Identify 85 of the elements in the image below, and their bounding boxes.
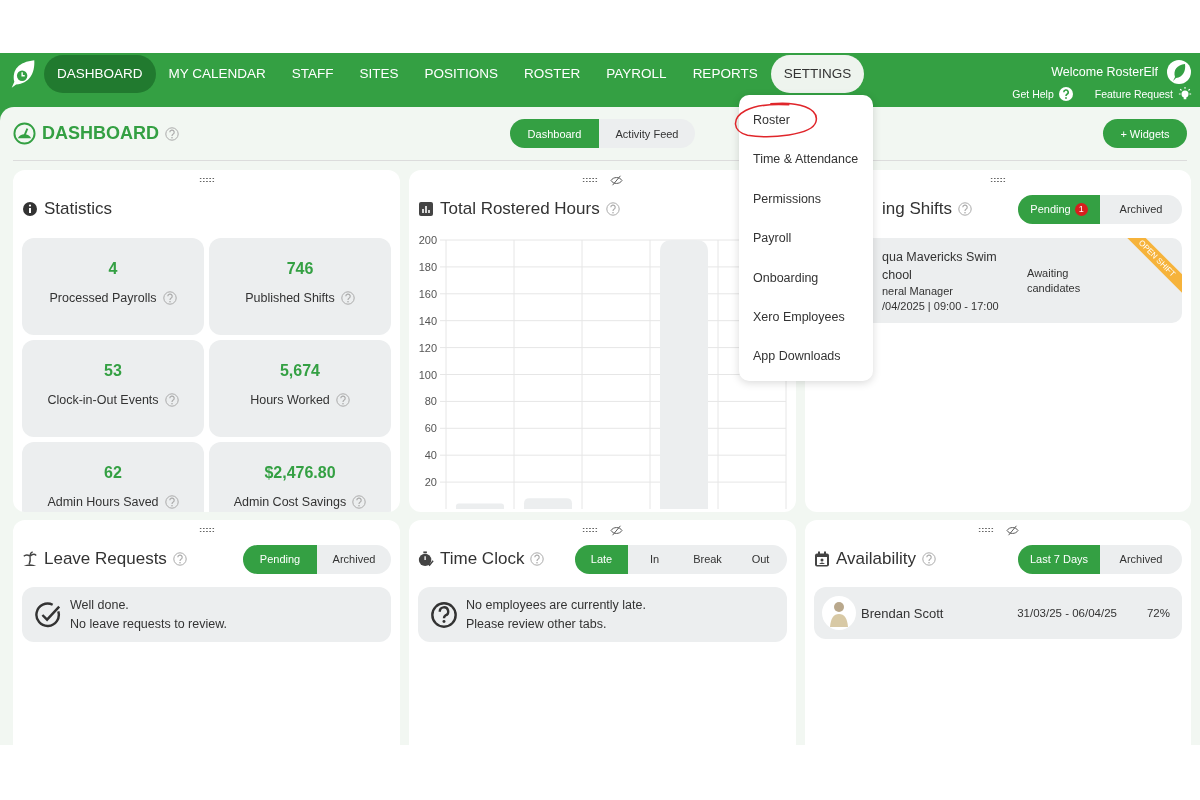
help-icon[interactable] — [957, 202, 972, 216]
nav-tab[interactable]: DASHBOARD — [44, 55, 156, 93]
stat-value: 5,674 — [279, 362, 320, 380]
hide-icon[interactable] — [1005, 524, 1019, 536]
axis-tick-label: 80 — [424, 395, 437, 408]
axis-tick-label: 20 — [424, 476, 437, 489]
palm-tree-icon — [22, 551, 38, 567]
shift-status: Awaiting candidates — [1027, 266, 1082, 296]
axis-tick-label: 100 — [418, 368, 437, 381]
stat-label: Admin Cost Savings — [233, 495, 347, 509]
welcome-text: Welcome RosterElf — [1051, 65, 1158, 79]
hide-icon[interactable] — [610, 174, 623, 186]
employee-name: Brendan Scott — [861, 605, 944, 621]
filter-tab[interactable]: Pending 1 — [1018, 194, 1100, 224]
help-icon — [1058, 87, 1073, 101]
help-icon[interactable] — [165, 126, 179, 141]
stat-value: 4 — [108, 260, 118, 278]
count-badge: 1 — [1074, 202, 1088, 216]
filter-tab[interactable]: Out — [734, 544, 787, 574]
stat-label: Clock-in-Out Events — [47, 393, 159, 407]
card-title: Statistics — [44, 199, 113, 219]
axis-tick-label: 60 — [424, 422, 437, 435]
stat-label: Admin Hours Saved — [47, 495, 159, 509]
card-title: Leave Requests — [44, 549, 167, 569]
page-title: DASHBOARD — [42, 123, 159, 144]
info-icon — [22, 201, 38, 217]
shift-role: neral Manager — [882, 284, 954, 299]
stat-label: Published Shifts — [245, 291, 335, 305]
shift-time: /04/2025 | 09:00 - 17:00 — [882, 299, 1000, 314]
axis-tick-label: 140 — [418, 314, 437, 327]
availability-percent: 72% — [1146, 607, 1170, 619]
card-title: Time Clock — [440, 549, 525, 569]
message-text: No leave requests to review. — [70, 615, 228, 633]
shift-site: chool — [882, 267, 913, 284]
nav-tab[interactable]: SETTINGS — [770, 55, 865, 93]
help-icon[interactable] — [164, 393, 179, 407]
filter-tab[interactable]: Archived — [317, 544, 391, 574]
help-icon[interactable] — [164, 495, 179, 509]
stopwatch-icon — [418, 551, 434, 567]
menu-item[interactable]: App Downloads — [739, 337, 873, 377]
card-title: Availability — [836, 549, 916, 569]
hide-icon[interactable] — [610, 524, 623, 536]
filter-tab[interactable]: Break — [681, 544, 734, 574]
help-icon[interactable] — [340, 291, 355, 305]
axis-tick-label: 120 — [418, 341, 437, 354]
stat-label: Processed Payrolls — [49, 291, 157, 305]
axis-tick-label: 180 — [418, 260, 437, 273]
card-title: ing Shifts — [881, 199, 952, 219]
menu-item[interactable]: Permissions — [739, 179, 873, 220]
question-circle-icon — [430, 600, 458, 629]
filter-tab[interactable]: Archived — [1100, 194, 1182, 224]
lightbulb-icon — [1178, 87, 1192, 101]
filter-tab[interactable]: Archived — [1100, 544, 1182, 574]
card-title: Total Rostered Hours — [440, 199, 600, 219]
view-tab[interactable]: Activity Feed — [599, 119, 695, 148]
help-icon[interactable] — [922, 552, 936, 566]
stat-value: 53 — [104, 362, 122, 380]
stat-value: 746 — [286, 260, 314, 278]
filter-tab[interactable]: In — [628, 544, 681, 574]
axis-tick-label: 40 — [424, 449, 437, 462]
menu-item[interactable]: Roster — [739, 101, 873, 141]
help-icon[interactable] — [335, 393, 350, 407]
person-silhouette-icon — [822, 596, 856, 630]
bar-chart-icon — [418, 201, 434, 217]
stat-value: $2,476.80 — [264, 464, 336, 482]
stat-label: Hours Worked — [250, 393, 330, 407]
axis-tick-label: 160 — [418, 287, 437, 300]
help-icon[interactable] — [352, 495, 367, 509]
availability-row[interactable]: Brendan Scott 31/03/25 - 06/04/25 72% — [814, 587, 1182, 639]
message-text: No employees are currently late. — [466, 596, 646, 614]
date-range: 31/03/25 - 06/04/25 — [1017, 607, 1117, 619]
user-avatar-icon[interactable] — [1166, 59, 1192, 85]
help-icon[interactable] — [172, 552, 187, 566]
menu-item[interactable]: Time & Attendance — [739, 140, 873, 180]
stat-value: 62 — [104, 464, 122, 482]
speedometer-icon — [13, 122, 36, 145]
help-icon[interactable] — [162, 291, 177, 305]
message-text: Well done. — [70, 596, 130, 614]
help-icon[interactable] — [605, 202, 620, 216]
shift-site: qua Mavericks Swim — [882, 249, 998, 266]
axis-tick-label: 200 — [418, 234, 437, 246]
help-icon[interactable] — [530, 552, 545, 566]
calendar-icon — [814, 551, 830, 567]
check-circle-icon — [34, 600, 62, 629]
message-text: Please review other tabs. — [466, 615, 608, 633]
